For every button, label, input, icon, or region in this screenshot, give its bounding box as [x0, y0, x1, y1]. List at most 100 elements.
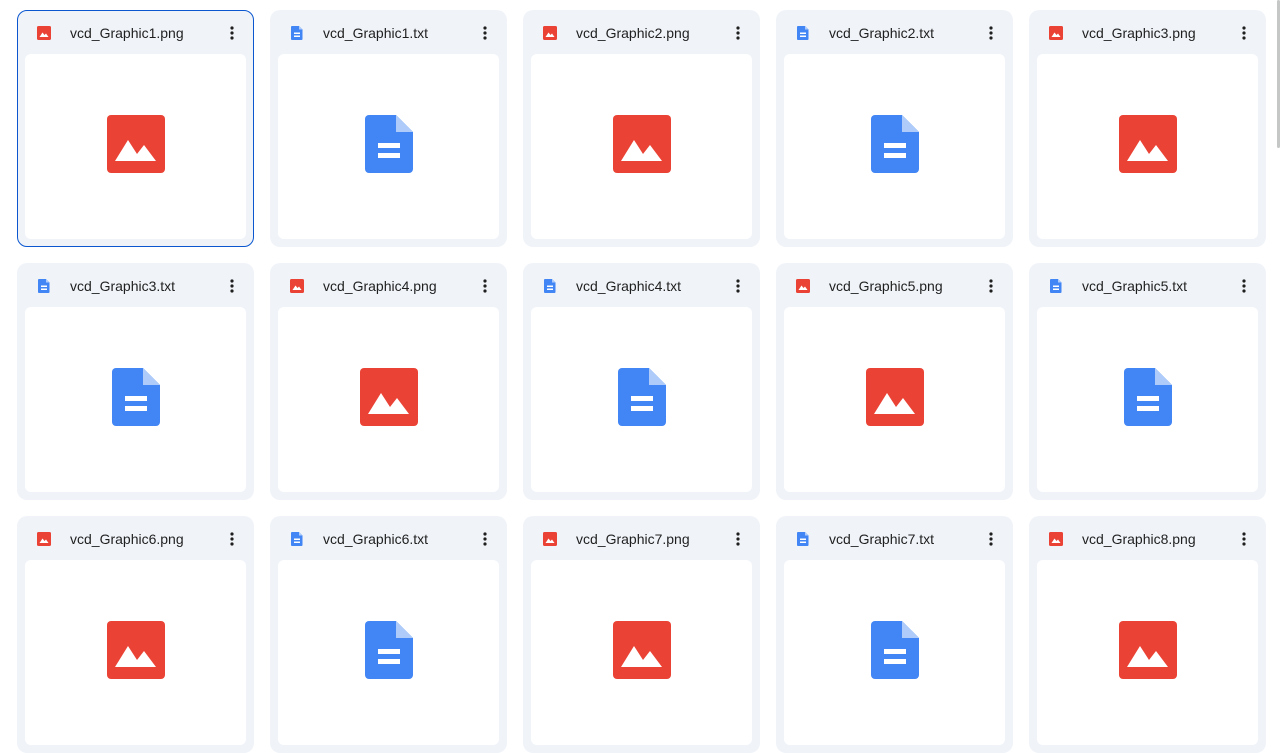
- file-thumbnail[interactable]: [25, 560, 246, 745]
- file-thumbnail[interactable]: [278, 307, 499, 492]
- file-thumbnail[interactable]: [278, 54, 499, 239]
- image-preview-icon: [612, 114, 672, 179]
- more-vert-icon[interactable]: [1232, 274, 1256, 298]
- image-file-icon: [36, 25, 52, 41]
- file-thumbnail[interactable]: [531, 307, 752, 492]
- more-vert-icon[interactable]: [473, 21, 497, 45]
- file-thumbnail[interactable]: [784, 54, 1005, 239]
- file-thumbnail[interactable]: [25, 307, 246, 492]
- more-vert-icon[interactable]: [726, 274, 750, 298]
- document-preview-icon: [364, 621, 413, 684]
- more-vert-icon[interactable]: [220, 21, 244, 45]
- image-preview-icon: [1118, 114, 1178, 179]
- file-tile-header: vcd_Graphic2.png: [524, 11, 759, 54]
- file-tile[interactable]: vcd_Graphic6.png: [17, 516, 254, 753]
- file-name: vcd_Graphic8.png: [1082, 530, 1196, 547]
- file-name: vcd_Graphic5.txt: [1082, 277, 1188, 294]
- file-tile-header: vcd_Graphic4.txt: [524, 264, 759, 307]
- file-tile[interactable]: vcd_Graphic2.txt: [776, 10, 1013, 247]
- file-name: vcd_Graphic4.png: [323, 277, 437, 294]
- file-tile-header: vcd_Graphic4.png: [271, 264, 506, 307]
- document-preview-icon: [870, 621, 919, 684]
- image-preview-icon: [1118, 620, 1178, 685]
- file-tile[interactable]: vcd_Graphic4.txt: [523, 263, 760, 500]
- image-preview-icon: [106, 114, 166, 179]
- file-thumbnail[interactable]: [1037, 560, 1258, 745]
- more-vert-icon[interactable]: [1232, 21, 1256, 45]
- more-vert-icon[interactable]: [473, 527, 497, 551]
- image-file-icon: [289, 278, 305, 294]
- file-thumbnail[interactable]: [531, 560, 752, 745]
- text-file-icon: [542, 278, 558, 294]
- file-thumbnail[interactable]: [1037, 54, 1258, 239]
- image-file-icon: [542, 25, 558, 41]
- more-vert-icon[interactable]: [726, 21, 750, 45]
- document-preview-icon: [364, 115, 413, 178]
- text-file-icon: [795, 25, 811, 41]
- file-tile-header: vcd_Graphic2.txt: [777, 11, 1012, 54]
- file-tile[interactable]: vcd_Graphic7.png: [523, 516, 760, 753]
- text-file-icon: [1048, 278, 1064, 294]
- file-tile-header: vcd_Graphic7.png: [524, 517, 759, 560]
- more-vert-icon[interactable]: [726, 527, 750, 551]
- file-name: vcd_Graphic2.png: [576, 24, 690, 41]
- file-tile-header: vcd_Graphic8.png: [1030, 517, 1265, 560]
- file-name: vcd_Graphic6.png: [70, 530, 184, 547]
- document-preview-icon: [1123, 368, 1172, 431]
- file-tile-header: vcd_Graphic6.png: [18, 517, 253, 560]
- file-tile-header: vcd_Graphic3.txt: [18, 264, 253, 307]
- document-preview-icon: [870, 115, 919, 178]
- image-file-icon: [1048, 25, 1064, 41]
- file-tile[interactable]: vcd_Graphic8.png: [1029, 516, 1266, 753]
- file-tile[interactable]: vcd_Graphic2.png: [523, 10, 760, 247]
- file-name: vcd_Graphic1.png: [70, 24, 184, 41]
- file-thumbnail[interactable]: [25, 54, 246, 239]
- image-preview-icon: [359, 367, 419, 432]
- more-vert-icon[interactable]: [1232, 527, 1256, 551]
- document-preview-icon: [617, 368, 666, 431]
- file-grid: vcd_Graphic1.png vcd_Graphic1.txt vcd_Grap…: [17, 10, 1266, 753]
- image-file-icon: [36, 531, 52, 547]
- more-vert-icon[interactable]: [220, 527, 244, 551]
- file-tile-header: vcd_Graphic1.png: [18, 11, 253, 54]
- file-tile[interactable]: vcd_Graphic3.txt: [17, 263, 254, 500]
- file-tile-header: vcd_Graphic6.txt: [271, 517, 506, 560]
- text-file-icon: [795, 531, 811, 547]
- more-vert-icon[interactable]: [979, 21, 1003, 45]
- file-name: vcd_Graphic7.png: [576, 530, 690, 547]
- file-tile-header: vcd_Graphic1.txt: [271, 11, 506, 54]
- more-vert-icon[interactable]: [979, 274, 1003, 298]
- file-thumbnail[interactable]: [1037, 307, 1258, 492]
- file-tile[interactable]: vcd_Graphic7.txt: [776, 516, 1013, 753]
- text-file-icon: [289, 25, 305, 41]
- file-tile[interactable]: vcd_Graphic1.png: [17, 10, 254, 247]
- file-tile-header: vcd_Graphic3.png: [1030, 11, 1265, 54]
- file-tile[interactable]: vcd_Graphic5.png: [776, 263, 1013, 500]
- more-vert-icon[interactable]: [979, 527, 1003, 551]
- file-name: vcd_Graphic1.txt: [323, 24, 429, 41]
- file-tile[interactable]: vcd_Graphic3.png: [1029, 10, 1266, 247]
- file-tile[interactable]: vcd_Graphic6.txt: [270, 516, 507, 753]
- file-thumbnail[interactable]: [531, 54, 752, 239]
- more-vert-icon[interactable]: [220, 274, 244, 298]
- file-tile[interactable]: vcd_Graphic1.txt: [270, 10, 507, 247]
- file-thumbnail[interactable]: [278, 560, 499, 745]
- file-name: vcd_Graphic3.txt: [70, 277, 176, 294]
- file-tile-header: vcd_Graphic5.png: [777, 264, 1012, 307]
- image-preview-icon: [612, 620, 672, 685]
- file-name: vcd_Graphic3.png: [1082, 24, 1196, 41]
- file-thumbnail[interactable]: [784, 307, 1005, 492]
- image-preview-icon: [865, 367, 925, 432]
- file-name: vcd_Graphic6.txt: [323, 530, 429, 547]
- more-vert-icon[interactable]: [473, 274, 497, 298]
- file-tile-header: vcd_Graphic5.txt: [1030, 264, 1265, 307]
- file-tile[interactable]: vcd_Graphic4.png: [270, 263, 507, 500]
- file-thumbnail[interactable]: [784, 560, 1005, 745]
- image-preview-icon: [106, 620, 166, 685]
- text-file-icon: [289, 531, 305, 547]
- text-file-icon: [36, 278, 52, 294]
- file-name: vcd_Graphic7.txt: [829, 530, 935, 547]
- file-tile[interactable]: vcd_Graphic5.txt: [1029, 263, 1266, 500]
- file-name: vcd_Graphic4.txt: [576, 277, 682, 294]
- document-preview-icon: [111, 368, 160, 431]
